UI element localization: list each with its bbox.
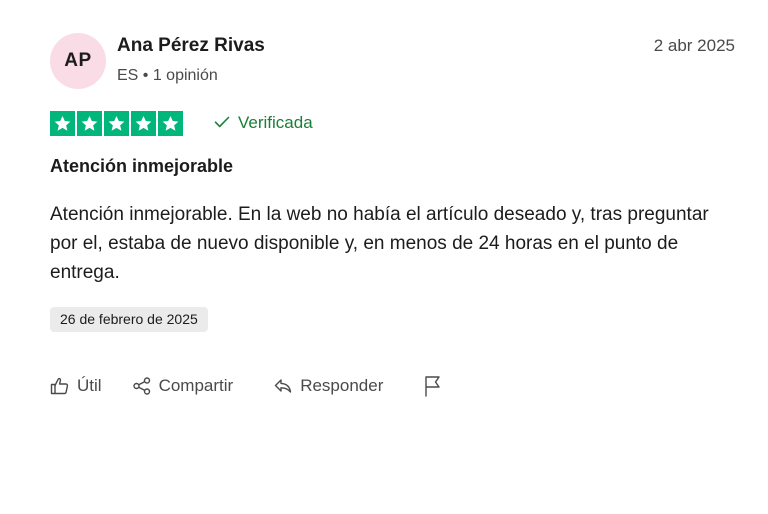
author-meta: ES • 1 opinión xyxy=(117,67,218,84)
star-icon xyxy=(50,111,75,136)
experience-date-badge: 26 de febrero de 2025 xyxy=(50,307,208,332)
reply-icon xyxy=(273,376,293,396)
share-icon xyxy=(132,376,152,396)
checkmark-icon xyxy=(214,113,230,133)
author-name[interactable]: Ana Pérez Rivas xyxy=(117,35,265,57)
share-label: Compartir xyxy=(158,376,234,395)
review-card: AP Ana Pérez Rivas ES • 1 opinión 2 abr … xyxy=(0,0,768,514)
helpful-button[interactable]: Útil xyxy=(50,376,102,396)
star-icon xyxy=(158,111,183,136)
reply-button[interactable]: Responder xyxy=(273,376,383,396)
avatar-initials: AP xyxy=(64,50,92,71)
review-date: 2 abr 2025 xyxy=(653,36,735,55)
star-icon xyxy=(77,111,102,136)
verified-badge[interactable]: Verificada xyxy=(214,113,313,133)
flag-icon xyxy=(423,375,443,397)
star-icon xyxy=(104,111,129,136)
reply-label: Responder xyxy=(300,376,384,395)
star-rating xyxy=(50,111,183,136)
verified-label: Verificada xyxy=(238,113,313,132)
helpful-label: Útil xyxy=(77,376,102,395)
report-button[interactable] xyxy=(423,375,443,397)
review-body: Atención inmejorable. En la web no había… xyxy=(50,204,709,283)
star-icon xyxy=(131,111,156,136)
review-title: Atención inmejorable xyxy=(50,156,234,176)
thumbs-up-icon xyxy=(50,376,70,396)
share-button[interactable]: Compartir xyxy=(132,376,234,396)
review-actions: Útil Compartir Responder xyxy=(50,372,443,400)
avatar[interactable]: AP xyxy=(50,33,106,89)
